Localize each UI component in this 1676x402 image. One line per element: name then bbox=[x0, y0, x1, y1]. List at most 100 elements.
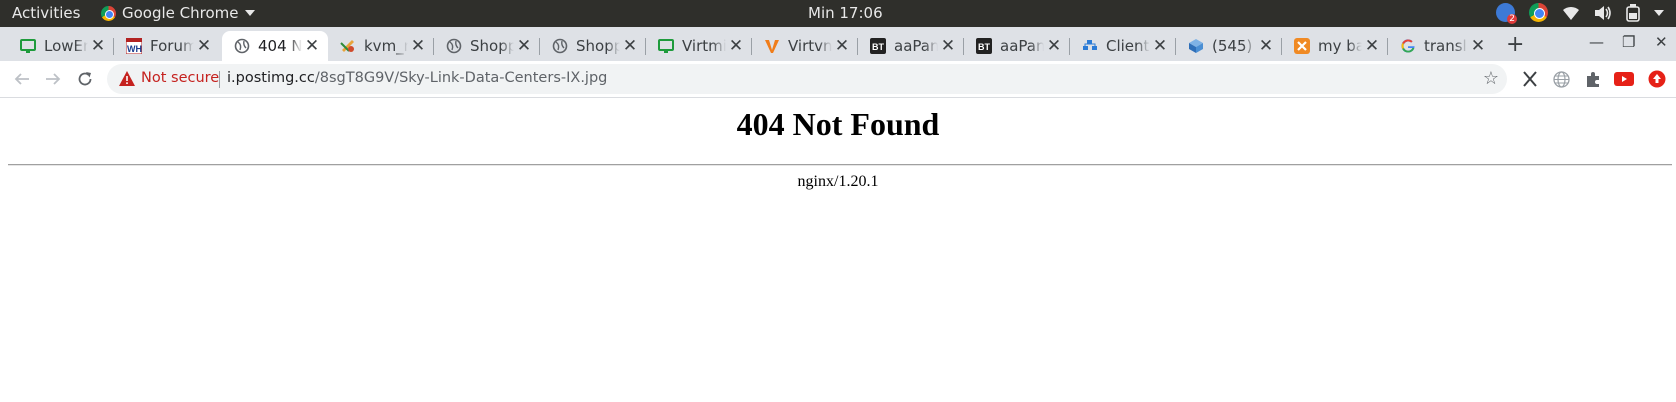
tab-strip: LowEnd ✕ WH Forum ✕ 404 Not Found ✕ kvm_… bbox=[0, 27, 1676, 61]
upload-extension-icon[interactable] bbox=[1647, 69, 1667, 89]
tab-title: LowEnd bbox=[44, 37, 88, 55]
client-icon bbox=[1082, 38, 1098, 54]
server-signature: nginx/1.20.1 bbox=[797, 173, 879, 190]
chrome-icon bbox=[101, 5, 116, 21]
url-path: /8sgT8G9V/Sky-Link-Data-Centers-IX.jpg bbox=[314, 70, 608, 86]
chrome-tray-icon[interactable] bbox=[1529, 3, 1548, 22]
app-menu[interactable]: Google Chrome bbox=[101, 4, 255, 22]
tab-client[interactable]: Client ✕ bbox=[1070, 31, 1176, 61]
tab-title: aaPanel bbox=[1000, 37, 1044, 55]
gnome-top-bar: Activities Google Chrome Min 17:06 2 bbox=[0, 0, 1676, 27]
google-icon bbox=[1400, 38, 1416, 54]
globe-icon bbox=[446, 38, 462, 54]
globe-icon bbox=[234, 38, 250, 54]
x-icon bbox=[1294, 38, 1310, 54]
volume-icon[interactable] bbox=[1594, 5, 1612, 21]
wifi-icon[interactable] bbox=[1562, 5, 1580, 21]
svg-text:WH: WH bbox=[127, 44, 142, 54]
activities-button[interactable]: Activities bbox=[12, 4, 80, 22]
reload-button[interactable] bbox=[75, 69, 95, 89]
globe-icon bbox=[552, 38, 568, 54]
svg-text:BT: BT bbox=[872, 42, 884, 52]
bt-icon: BT bbox=[976, 38, 992, 54]
close-tab-icon[interactable]: ✕ bbox=[302, 36, 322, 56]
tab-title: Virtvn bbox=[788, 37, 832, 55]
youtube-extension-icon[interactable] bbox=[1614, 69, 1634, 89]
power-menu-icon[interactable] bbox=[1654, 9, 1664, 16]
close-tab-icon[interactable]: ✕ bbox=[832, 36, 852, 56]
v-icon bbox=[764, 38, 780, 54]
url-text[interactable]: i.postimg.cc/8sgT8G9V/Sky-Link-Data-Cent… bbox=[227, 70, 607, 86]
bookmark-star-icon[interactable]: ☆ bbox=[1483, 68, 1499, 89]
system-tray: 2 bbox=[1496, 3, 1664, 24]
notification-count: 2 bbox=[1507, 14, 1517, 24]
tab-aapanel-2[interactable]: BT aaPanel ✕ bbox=[964, 31, 1070, 61]
tab-translate[interactable]: translate ✕ bbox=[1388, 31, 1494, 61]
tab-title: 404 Not Found bbox=[258, 37, 302, 55]
monitor-icon bbox=[20, 38, 36, 54]
page-content: 404 Not Found nginx/1.20.1 bbox=[0, 99, 1676, 190]
app-menu-label: Google Chrome bbox=[122, 4, 239, 22]
notification-icon[interactable]: 2 bbox=[1496, 3, 1517, 24]
tab-my-ba[interactable]: my ba ✕ bbox=[1282, 31, 1388, 61]
cube-icon bbox=[1188, 38, 1204, 54]
omnibox-divider bbox=[219, 71, 220, 88]
tab-title: my ba bbox=[1318, 37, 1362, 55]
not-secure-label[interactable]: Not secure bbox=[141, 70, 219, 86]
close-window-icon[interactable]: ✕ bbox=[1655, 33, 1668, 51]
close-tab-icon[interactable]: ✕ bbox=[408, 36, 428, 56]
tab-title: Shopping bbox=[470, 37, 514, 55]
monitor-icon bbox=[658, 38, 674, 54]
battery-icon[interactable] bbox=[1626, 3, 1640, 22]
back-button[interactable] bbox=[12, 69, 32, 89]
svg-text:BT: BT bbox=[978, 42, 990, 52]
close-tab-icon[interactable]: ✕ bbox=[1468, 36, 1488, 56]
close-tab-icon[interactable]: ✕ bbox=[1256, 36, 1276, 56]
kvm-icon bbox=[340, 38, 356, 54]
bt-icon: BT bbox=[870, 38, 886, 54]
tab-aapanel-1[interactable]: BT aaPanel ✕ bbox=[858, 31, 964, 61]
tab-virtvn[interactable]: Virtvn ✕ bbox=[752, 31, 858, 61]
tab-lowend[interactable]: LowEnd ✕ bbox=[8, 31, 114, 61]
tab-title: Shopping bbox=[576, 37, 620, 55]
forward-button[interactable] bbox=[43, 69, 63, 89]
tab-shopping-1[interactable]: Shopping ✕ bbox=[434, 31, 540, 61]
page-heading: 404 Not Found bbox=[736, 106, 940, 142]
tab-title: (545) F bbox=[1212, 37, 1256, 55]
close-tab-icon[interactable]: ✕ bbox=[620, 36, 640, 56]
address-bar[interactable]: Not secure i.postimg.cc/8sgT8G9V/Sky-Lin… bbox=[107, 64, 1507, 94]
x-extension-icon[interactable] bbox=[1520, 69, 1540, 89]
tab-545[interactable]: (545) F ✕ bbox=[1176, 31, 1282, 61]
globe-extension-icon[interactable] bbox=[1551, 69, 1571, 89]
tab-virtmin[interactable]: Virtmin ✕ bbox=[646, 31, 752, 61]
url-host: i.postimg.cc bbox=[227, 70, 315, 86]
caret-down-icon bbox=[244, 10, 255, 16]
new-tab-button[interactable]: + bbox=[1506, 32, 1524, 57]
tab-title: Forum bbox=[150, 37, 194, 55]
close-tab-icon[interactable]: ✕ bbox=[514, 36, 534, 56]
close-tab-icon[interactable]: ✕ bbox=[1362, 36, 1382, 56]
tab-title: kvm_mode bbox=[364, 37, 408, 55]
tab-forum[interactable]: WH Forum ✕ bbox=[114, 31, 220, 61]
tab-title: translate bbox=[1424, 37, 1468, 55]
extensions-puzzle-icon[interactable] bbox=[1583, 69, 1603, 89]
divider-line bbox=[8, 164, 1672, 166]
tab-title: Client bbox=[1106, 37, 1150, 55]
wh-icon: WH bbox=[126, 38, 142, 54]
browser-toolbar: Not secure i.postimg.cc/8sgT8G9V/Sky-Lin… bbox=[0, 61, 1676, 98]
restore-icon[interactable]: ❐ bbox=[1622, 33, 1635, 51]
close-tab-icon[interactable]: ✕ bbox=[938, 36, 958, 56]
close-tab-icon[interactable]: ✕ bbox=[1150, 36, 1170, 56]
tab-404-not-found[interactable]: 404 Not Found ✕ bbox=[222, 31, 328, 61]
close-tab-icon[interactable]: ✕ bbox=[194, 36, 214, 56]
tab-title: Virtmin bbox=[682, 37, 726, 55]
clock[interactable]: Min 17:06 bbox=[808, 4, 883, 22]
close-tab-icon[interactable]: ✕ bbox=[726, 36, 746, 56]
tab-kvm[interactable]: kvm_mode ✕ bbox=[328, 31, 434, 61]
close-tab-icon[interactable]: ✕ bbox=[88, 36, 108, 56]
tab-shopping-2[interactable]: Shopping ✕ bbox=[540, 31, 646, 61]
tab-title: aaPanel bbox=[894, 37, 938, 55]
close-tab-icon[interactable]: ✕ bbox=[1044, 36, 1064, 56]
warning-icon[interactable] bbox=[119, 71, 135, 90]
minimize-icon[interactable]: — bbox=[1589, 33, 1604, 51]
